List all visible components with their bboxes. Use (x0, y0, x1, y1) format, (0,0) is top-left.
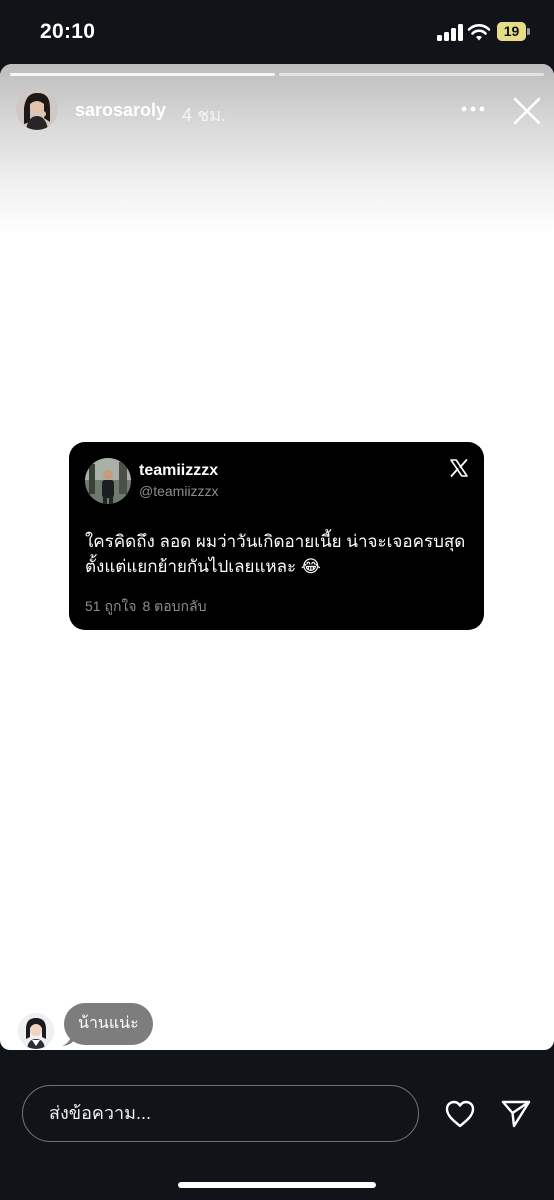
story-header-gradient (0, 64, 554, 234)
status-time: 20:10 (40, 20, 96, 43)
story-progress-segment (10, 73, 275, 76)
reply-bubble: น้านแน่ะ (64, 1003, 153, 1045)
story-time: 4 ชม. (182, 105, 227, 125)
tweet-text: ใครคิดถึง ลอด ผมว่าวันเกิดอายเนี้ย น่าจะ… (85, 532, 466, 576)
story-avatar[interactable] (16, 88, 58, 130)
story-progress-segment (279, 73, 544, 76)
story-viewer[interactable]: sarosaroly 4 ชม. teamiizzzx @teamiizzzx (0, 64, 554, 1050)
tweet-card[interactable]: teamiizzzx @teamiizzzx ใครคิดถึง ลอด ผมว… (69, 442, 484, 630)
reply-avatar (18, 1013, 54, 1049)
story-progress (10, 73, 544, 76)
tweet-stats: 51 ถูกใจ 8 ตอบกลับ (85, 596, 212, 618)
tweet-likes: 51 ถูกใจ (85, 598, 137, 614)
story-username[interactable]: sarosaroly (75, 100, 166, 121)
send-icon[interactable] (500, 1098, 532, 1130)
close-icon[interactable] (512, 96, 542, 126)
message-input[interactable] (22, 1085, 419, 1142)
home-indicator (178, 1182, 376, 1188)
battery-icon: 19 (497, 22, 531, 42)
tweet-handle: @teamiizzzx (139, 483, 219, 499)
more-icon[interactable] (460, 105, 486, 113)
x-logo-icon (450, 459, 468, 477)
tweet-avatar (85, 458, 131, 504)
tweet-display-name: teamiizzzx (139, 462, 219, 479)
wifi-icon (467, 24, 491, 41)
signal-icon (437, 24, 463, 41)
battery-level: 19 (503, 23, 520, 39)
status-bar: 20:10 19 (0, 0, 554, 64)
tweet-replies: 8 ตอบกลับ (142, 598, 207, 614)
heart-icon[interactable] (444, 1098, 476, 1130)
